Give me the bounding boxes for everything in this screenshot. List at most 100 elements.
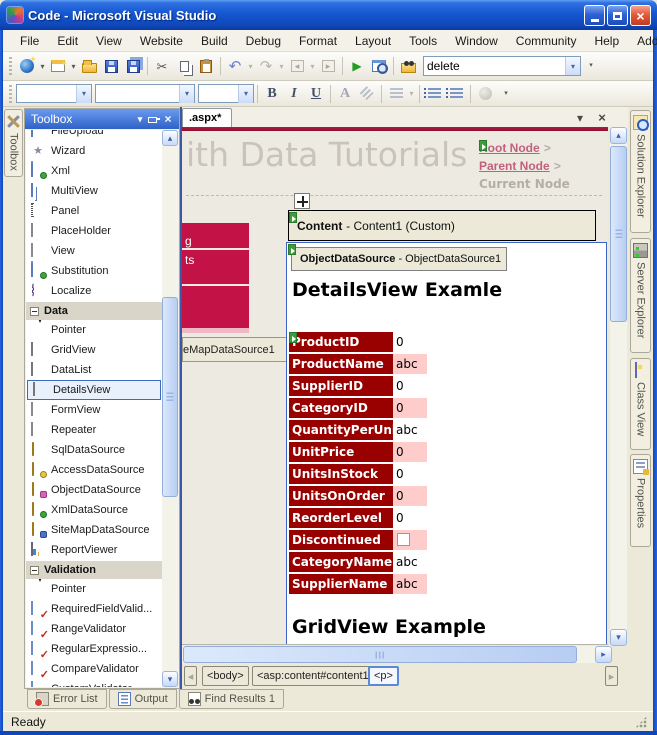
scroll-up-button[interactable]: ▴ xyxy=(610,127,627,144)
tag-asp-content[interactable]: <asp:content#content1> xyxy=(252,666,380,686)
toolbox-item-view[interactable]: View xyxy=(26,241,162,261)
smart-tag-icon[interactable] xyxy=(289,332,297,343)
highlight-button[interactable] xyxy=(356,83,378,105)
menu-tools[interactable]: Tools xyxy=(400,32,446,50)
numbered-list-button[interactable] xyxy=(445,83,467,105)
navigate-back-button[interactable]: ◂ xyxy=(286,55,308,77)
font-color-button[interactable]: A xyxy=(334,83,356,105)
menu-format[interactable]: Format xyxy=(290,32,346,50)
content-region[interactable]: ObjectDataSource - ObjectDataSource1 Det… xyxy=(286,242,607,645)
sitemapdatasource-control[interactable]: eMapDataSource1 xyxy=(182,337,290,362)
start-debug-button[interactable]: ▶ xyxy=(346,55,368,77)
scroll-up-button[interactable]: ▴ xyxy=(162,130,178,146)
copy-button[interactable] xyxy=(173,55,195,77)
smart-tag-icon[interactable] xyxy=(289,212,297,223)
paste-button[interactable] xyxy=(195,55,217,77)
scrollbar-thumb[interactable] xyxy=(610,146,627,322)
design-horizontal-scrollbar[interactable]: ▸ xyxy=(182,646,612,663)
document-list-chevron-icon[interactable]: ▾ xyxy=(572,110,588,125)
toolbox-item-localize[interactable]: Localize xyxy=(26,281,162,301)
detailsview-control[interactable]: ProductID0 ProductNameabc SupplierID0 Ca… xyxy=(289,332,429,596)
toolbox-item-detailsview[interactable]: DetailsView xyxy=(27,380,161,400)
bold-button[interactable]: B xyxy=(261,83,283,105)
scroll-down-button[interactable]: ▾ xyxy=(610,629,627,646)
toolbox-item-accessdatasource[interactable]: AccessDataSource xyxy=(26,460,162,480)
align-left-button[interactable] xyxy=(385,83,407,105)
scrollbar-thumb[interactable] xyxy=(183,646,577,663)
toolbox-item-multiview[interactable]: MultiView xyxy=(26,181,162,201)
search-combo-dropdown[interactable]: ▾ xyxy=(565,57,580,75)
menu-layout[interactable]: Layout xyxy=(346,32,400,50)
error-list-tab[interactable]: Error List xyxy=(27,689,107,709)
menu-help[interactable]: Help xyxy=(585,32,628,50)
navigate-back-dropdown[interactable]: ▾ xyxy=(308,55,317,77)
tag-body[interactable]: <body> xyxy=(202,666,249,686)
italic-button[interactable]: I xyxy=(283,83,305,105)
minimize-button[interactable] xyxy=(584,5,605,26)
menu-debug[interactable]: Debug xyxy=(237,32,290,50)
font-size-combo-dropdown[interactable]: ▾ xyxy=(238,85,253,103)
save-all-button[interactable] xyxy=(122,55,144,77)
hyperlink-button[interactable] xyxy=(474,83,496,105)
menu-community[interactable]: Community xyxy=(507,32,586,50)
scroll-down-button[interactable]: ▾ xyxy=(162,671,178,687)
toolbox-header[interactable]: Toolbox ▾ × xyxy=(25,109,179,129)
toolbox-item-objectdatasource[interactable]: ObjectDataSource xyxy=(26,480,162,500)
nav-menu-item[interactable]: ts xyxy=(182,250,249,284)
toolbox-item-requiredfieldvalidator[interactable]: ✓RequiredFieldValid... xyxy=(26,599,162,619)
toolbox-section-data[interactable]: Data xyxy=(26,301,162,320)
menu-website[interactable]: Website xyxy=(131,32,192,50)
new-website-button[interactable] xyxy=(16,55,38,77)
properties-tab[interactable]: Properties xyxy=(630,454,651,547)
toolbox-item-sqldatasource[interactable]: SqlDataSource xyxy=(26,440,162,460)
toolbox-item-rangevalidator[interactable]: ✓RangeValidator xyxy=(26,619,162,639)
add-item-button[interactable] xyxy=(47,55,69,77)
move-handle[interactable] xyxy=(294,193,310,209)
toolbox-item-pointer[interactable]: Pointer xyxy=(26,579,162,599)
menu-view[interactable]: View xyxy=(87,32,131,50)
align-dropdown[interactable]: ▾ xyxy=(407,83,416,105)
server-explorer-tab[interactable]: Server Explorer xyxy=(630,238,651,353)
toolbox-item-substitution[interactable]: Substitution xyxy=(26,261,162,281)
toolbox-item-placeholder[interactable]: PlaceHolder xyxy=(26,221,162,241)
output-tab[interactable]: Output xyxy=(109,689,177,709)
menu-file[interactable]: File xyxy=(11,32,48,50)
nav-menu-item[interactable] xyxy=(182,286,249,328)
resize-grip[interactable] xyxy=(635,716,647,728)
toolbox-item-pointer[interactable]: Pointer xyxy=(26,320,162,340)
redo-dropdown[interactable]: ▾ xyxy=(277,55,286,77)
bullet-list-button[interactable] xyxy=(423,83,445,105)
menu-build[interactable]: Build xyxy=(192,32,237,50)
open-file-button[interactable] xyxy=(78,55,100,77)
undo-dropdown[interactable]: ▾ xyxy=(246,55,255,77)
find-results-tab[interactable]: Find Results 1 xyxy=(179,689,284,709)
toolbox-item-xml[interactable]: Xml xyxy=(26,161,162,181)
font-input[interactable] xyxy=(96,86,179,102)
underline-button[interactable]: U xyxy=(305,83,327,105)
menu-edit[interactable]: Edit xyxy=(48,32,87,50)
smart-tag-icon[interactable] xyxy=(288,244,296,255)
toolbar-grip[interactable] xyxy=(9,85,12,103)
collapse-icon[interactable] xyxy=(30,566,39,575)
toolbox-menu-chevron-icon[interactable]: ▾ xyxy=(133,112,147,126)
toolbar-overflow-button[interactable]: ▾ xyxy=(500,84,512,104)
tag-scroll-right-icon[interactable]: ▸ xyxy=(605,666,618,686)
document-tab[interactable]: .aspx* xyxy=(182,108,232,127)
smart-tag-icon[interactable] xyxy=(479,140,487,151)
toolbox-item-wizard[interactable]: ★Wizard xyxy=(26,141,162,161)
breadcrumb-parent-link[interactable]: Parent Node xyxy=(479,159,550,173)
toolbox-item-reportviewer[interactable]: ReportViewer xyxy=(26,540,162,560)
toolbox-autohide-tab[interactable]: Toolbox xyxy=(4,109,23,177)
view-in-browser-button[interactable] xyxy=(368,55,390,77)
toolbox-item-fileupload[interactable]: FileUpload xyxy=(26,130,162,141)
font-combo-dropdown[interactable]: ▾ xyxy=(179,85,194,103)
toolbar-grip[interactable] xyxy=(9,57,12,75)
solution-explorer-tab[interactable]: Solution Explorer xyxy=(630,110,651,233)
toolbox-item-customvalidator[interactable]: ✓CustomValidator xyxy=(26,679,162,687)
tag-scroll-left-icon[interactable]: ◂ xyxy=(184,666,197,686)
style-combo-dropdown[interactable]: ▾ xyxy=(76,85,91,103)
toolbox-item-regularexpressionvalidator[interactable]: ✓RegularExpressio... xyxy=(26,639,162,659)
menu-window[interactable]: Window xyxy=(446,32,507,50)
menu-addins[interactable]: Addins xyxy=(628,32,657,50)
font-size-input[interactable] xyxy=(199,86,238,102)
